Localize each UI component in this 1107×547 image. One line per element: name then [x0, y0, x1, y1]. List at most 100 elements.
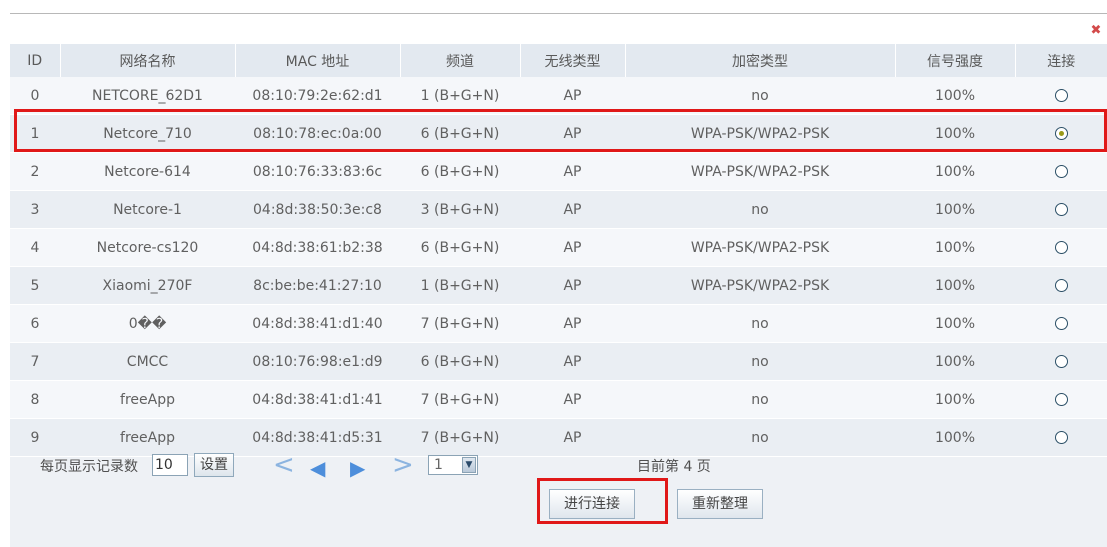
- connect-radio[interactable]: [1054, 89, 1068, 102]
- prev-page-icon[interactable]: ◀: [310, 455, 325, 483]
- cell-wireless-type: AP: [520, 77, 625, 115]
- cell-channel: 6 (B+G+N): [400, 228, 520, 267]
- cell-encryption: WPA-PSK/WPA2-PSK: [625, 266, 895, 305]
- current-page-info: 目前第 4 页: [637, 459, 711, 475]
- cell-mac: 08:10:79:2e:62:d1: [235, 77, 400, 115]
- cell-connect: [1015, 418, 1107, 457]
- page-select[interactable]: 1 ▼: [428, 455, 478, 475]
- cell-wireless-type: AP: [520, 152, 625, 191]
- cell-id: 1: [10, 114, 60, 153]
- table-row[interactable]: 1 Netcore_710 08:10:78:ec:0a:00 6 (B+G+N) AP…: [10, 114, 1107, 153]
- connect-button[interactable]: 进行连接: [549, 489, 635, 519]
- first-page-icon[interactable]: <: [273, 452, 295, 480]
- cell-connect: [1015, 114, 1107, 153]
- cell-encryption: WPA-PSK/WPA2-PSK: [625, 114, 895, 153]
- connect-radio[interactable]: [1054, 431, 1068, 444]
- connect-radio[interactable]: [1054, 241, 1068, 254]
- cell-connect: [1015, 380, 1107, 419]
- cell-network-name: Xiaomi_270F: [60, 266, 235, 305]
- cell-encryption: WPA-PSK/WPA2-PSK: [625, 228, 895, 267]
- cell-channel: 1 (B+G+N): [400, 266, 520, 305]
- cell-signal: 100%: [895, 114, 1015, 153]
- cell-id: 6: [10, 304, 60, 343]
- connect-radio[interactable]: [1054, 203, 1068, 216]
- table-row[interactable]: 0 NETCORE_62D1 08:10:79:2e:62:d1 1 (B+G+N) A…: [10, 77, 1107, 115]
- table-row[interactable]: 7 CMCC 08:10:76:98:e1:d9 6 (B+G+N) AP no 100%: [10, 342, 1107, 381]
- connect-radio[interactable]: [1054, 317, 1068, 330]
- connect-radio[interactable]: [1054, 165, 1068, 178]
- set-button[interactable]: 设置: [194, 453, 234, 477]
- cell-network-name: Netcore-cs120: [60, 228, 235, 267]
- cell-id: 3: [10, 190, 60, 229]
- cell-mac: 04:8d:38:41:d1:41: [235, 380, 400, 419]
- cell-wireless-type: AP: [520, 418, 625, 457]
- connect-radio[interactable]: [1054, 127, 1068, 140]
- table-row[interactable]: 3 Netcore-1 04:8d:38:50:3e:c8 3 (B+G+N) AP no…: [10, 190, 1107, 229]
- table-row[interactable]: 9 freeApp 04:8d:38:41:d5:31 7 (B+G+N) AP no 10…: [10, 418, 1107, 457]
- cell-connect: [1015, 77, 1107, 115]
- cell-network-name: CMCC: [60, 342, 235, 381]
- cell-connect: [1015, 342, 1107, 381]
- cell-encryption: no: [625, 304, 895, 343]
- cell-wireless-type: AP: [520, 342, 625, 381]
- cell-mac: 04:8d:38:41:d5:31: [235, 418, 400, 457]
- cell-connect: [1015, 152, 1107, 191]
- cell-channel: 7 (B+G+N): [400, 380, 520, 419]
- header-wireless-type: 无线类型: [520, 44, 626, 77]
- header-mac: MAC 地址: [235, 44, 401, 77]
- table-row[interactable]: 4 Netcore-cs120 04:8d:38:61:b2:38 6 (B+G+N)…: [10, 228, 1107, 267]
- cell-signal: 100%: [895, 342, 1015, 381]
- cell-network-name: Netcore_710: [60, 114, 235, 153]
- cell-mac: 08:10:76:33:83:6c: [235, 152, 400, 191]
- cell-id: 7: [10, 342, 60, 381]
- cell-id: 5: [10, 266, 60, 305]
- cell-channel: 3 (B+G+N): [400, 190, 520, 229]
- table-row[interactable]: 8 freeApp 04:8d:38:41:d1:41 7 (B+G+N) AP no 10…: [10, 380, 1107, 419]
- close-icon[interactable]: ✖: [1089, 24, 1103, 38]
- header-signal: 信号强度: [895, 44, 1016, 77]
- cell-channel: 6 (B+G+N): [400, 152, 520, 191]
- cell-channel: 1 (B+G+N): [400, 77, 520, 115]
- cell-network-name: freeApp: [60, 380, 235, 419]
- cell-wireless-type: AP: [520, 266, 625, 305]
- cell-channel: 7 (B+G+N): [400, 304, 520, 343]
- cell-signal: 100%: [895, 418, 1015, 457]
- cell-signal: 100%: [895, 152, 1015, 191]
- cell-network-name: freeApp: [60, 418, 235, 457]
- table-row[interactable]: 6 0�� 04:8d:38:41:d1:40 7 (B+G+N) AP no 100%: [10, 304, 1107, 343]
- cell-network-name: NETCORE_62D1: [60, 77, 235, 115]
- pagination-bar: 每页显示记录数 设置 < ◀ ▶ > 1 ▼ 目前第 4 页: [10, 452, 1107, 482]
- cell-encryption: no: [625, 342, 895, 381]
- cell-mac: 04:8d:38:50:3e:c8: [235, 190, 400, 229]
- cell-connect: [1015, 228, 1107, 267]
- per-page-input[interactable]: [152, 454, 188, 476]
- connect-radio[interactable]: [1054, 393, 1068, 406]
- top-divider: [10, 13, 1107, 14]
- cell-wireless-type: AP: [520, 114, 625, 153]
- next-page-icon[interactable]: ▶: [350, 455, 365, 483]
- cell-encryption: no: [625, 380, 895, 419]
- refresh-button[interactable]: 重新整理: [677, 489, 763, 519]
- cell-mac: 08:10:76:98:e1:d9: [235, 342, 400, 381]
- cell-wireless-type: AP: [520, 304, 625, 343]
- header-encryption: 加密类型: [625, 44, 896, 77]
- cell-connect: [1015, 304, 1107, 343]
- table-row[interactable]: 2 Netcore-614 08:10:76:33:83:6c 6 (B+G+N) AP…: [10, 152, 1107, 191]
- cell-channel: 6 (B+G+N): [400, 114, 520, 153]
- cell-signal: 100%: [895, 190, 1015, 229]
- cell-network-name: Netcore-614: [60, 152, 235, 191]
- connect-radio[interactable]: [1054, 355, 1068, 368]
- cell-encryption: no: [625, 418, 895, 457]
- connect-radio[interactable]: [1054, 279, 1068, 292]
- last-page-icon[interactable]: >: [392, 452, 414, 480]
- cell-id: 8: [10, 380, 60, 419]
- cell-encryption: no: [625, 190, 895, 229]
- chevron-down-icon[interactable]: ▼: [462, 457, 476, 473]
- cell-network-name: 0��: [60, 304, 235, 343]
- table-header-row: ID 网络名称 MAC 地址 频道 无线类型 加密类型 信号强度 连接: [10, 44, 1107, 77]
- cell-signal: 100%: [895, 380, 1015, 419]
- header-network-name: 网络名称: [60, 44, 236, 77]
- cell-id: 9: [10, 418, 60, 457]
- table-row[interactable]: 5 Xiaomi_270F 8c:be:be:41:27:10 1 (B+G+N) AP…: [10, 266, 1107, 305]
- cell-wireless-type: AP: [520, 380, 625, 419]
